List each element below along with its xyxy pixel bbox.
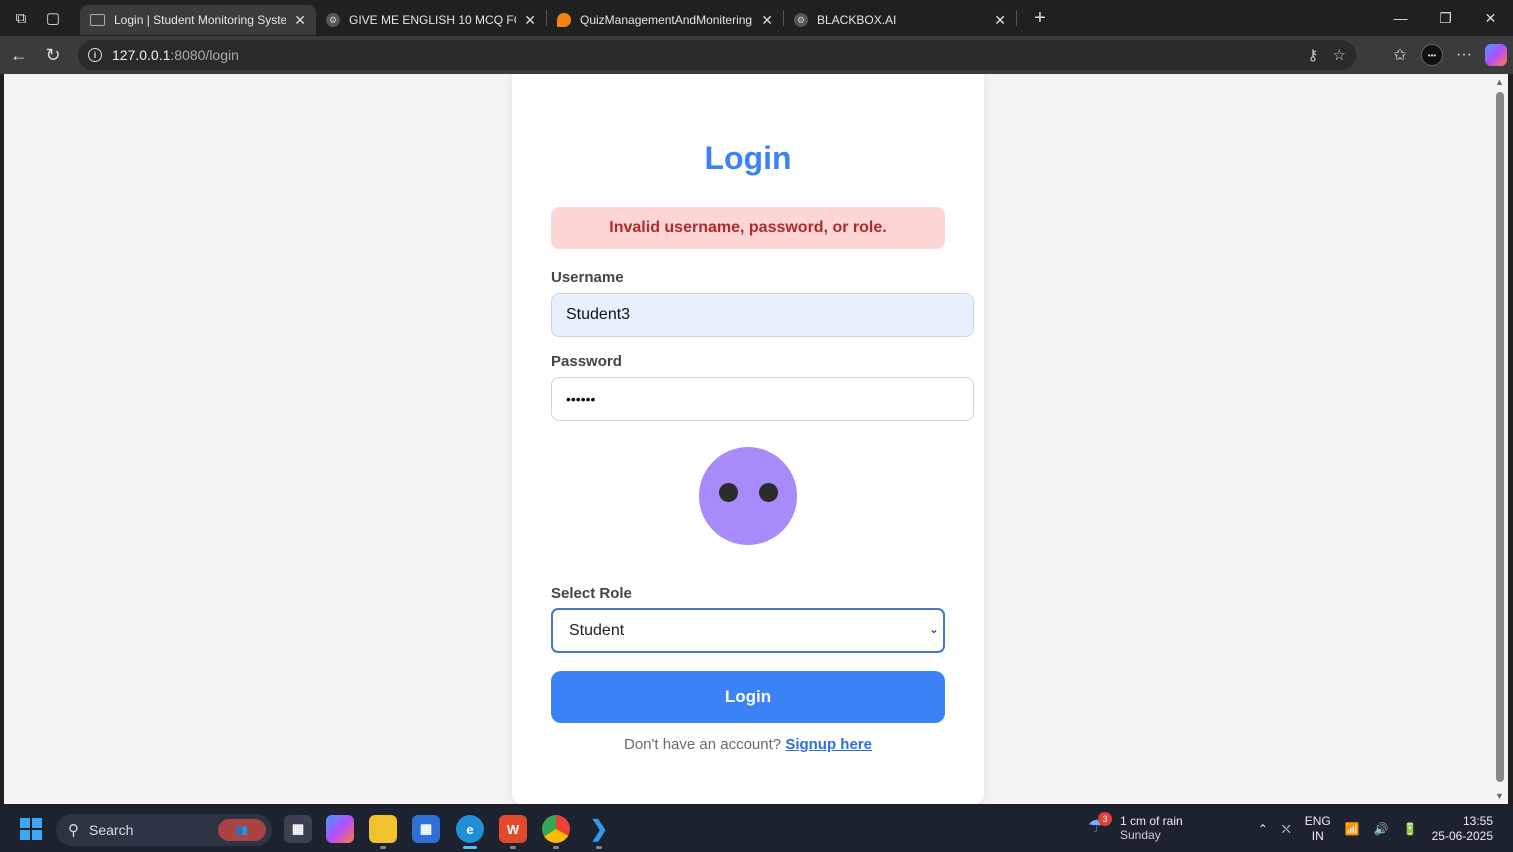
role-selected-value: Student: [569, 621, 625, 639]
profile-avatar[interactable]: •••: [1421, 44, 1443, 66]
favorites-icon[interactable]: ✩: [1385, 40, 1415, 70]
browser-tab-strip: ⧉ ▢ Login | Student Monitoring Syster ✕ …: [0, 0, 1513, 36]
tab-title: GIVE ME ENGLISH 10 MCQ FOR 8: [349, 13, 516, 27]
url-host: 127.0.0.1: [112, 47, 171, 63]
signup-prompt-text: Don't have an account?: [623, 736, 782, 753]
lang-bottom: IN: [1311, 829, 1324, 843]
signup-prompt: Don't have an account? Signup here: [512, 736, 984, 753]
lang-top: ENG: [1304, 814, 1331, 828]
role-select[interactable]: Student ⌄: [551, 608, 945, 653]
right-eye: [759, 483, 778, 502]
weather-main: 1 cm of rain: [1120, 814, 1183, 828]
back-button[interactable]: ←: [2, 40, 36, 70]
login-button[interactable]: Login: [551, 671, 945, 723]
more-menu-icon[interactable]: ···: [1449, 40, 1479, 70]
hidden-app-icon[interactable]: ⛌: [1282, 822, 1291, 837]
favorite-star-icon[interactable]: ☆: [1333, 46, 1346, 64]
blackbox-icon: ⚙: [794, 13, 808, 27]
task-view-icon[interactable]: ▦: [284, 815, 312, 843]
window-controls: — ❐ ✕: [1378, 0, 1513, 36]
password-label: Password: [551, 353, 622, 370]
login-card: Login Invalid username, password, or rol…: [512, 74, 984, 804]
umbrella-icon: ☂ 3: [1088, 812, 1112, 840]
workspaces-icon[interactable]: ⧉: [6, 3, 36, 33]
chevron-up-icon[interactable]: ⌃: [1258, 822, 1268, 836]
scroll-up-icon[interactable]: ▲: [1495, 77, 1504, 87]
close-icon[interactable]: ✕: [524, 12, 536, 29]
role-label: Select Role: [551, 585, 632, 602]
weather-widget[interactable]: ☂ 3 1 cm of rain Sunday: [1088, 812, 1183, 842]
battery-icon[interactable]: 🔋: [1403, 822, 1418, 836]
new-tab-button[interactable]: +: [1025, 7, 1055, 30]
clock[interactable]: 13:55 25-06-2025: [1432, 814, 1493, 844]
windows-taskbar: ⚲ Search 👥 ▦ ▦ e W ❯ ☂ 3 1 cm of rain Sun…: [0, 806, 1513, 852]
taskbar-search[interactable]: ⚲ Search 👥: [56, 814, 272, 846]
microsoft-store-icon[interactable]: ▦: [412, 815, 440, 843]
username-input[interactable]: Student3: [551, 293, 974, 337]
tab-login[interactable]: Login | Student Monitoring Syster ✕: [80, 5, 316, 35]
page-viewport: Login Invalid username, password, or rol…: [4, 74, 1492, 804]
page-title: Login: [704, 140, 792, 176]
vscode-icon[interactable]: ❯: [585, 815, 613, 849]
signup-link[interactable]: Signup here: [785, 736, 872, 753]
tab-blackbox[interactable]: ⚙ BLACKBOX.AI ✕: [784, 5, 1016, 35]
browser-toolbar: ← ↻ i 127.0.0.1:8080/login ⚷ ☆ ✩ ••• ···: [0, 36, 1513, 74]
chrome-icon[interactable]: [542, 815, 570, 849]
language-indicator[interactable]: ENG IN: [1305, 814, 1331, 844]
avatar-face: [699, 447, 797, 545]
tab-divider: [1016, 10, 1017, 26]
brave-icon[interactable]: W: [499, 815, 527, 849]
error-alert: Invalid username, password, or role.: [551, 207, 945, 249]
clock-date: 25-06-2025: [1431, 829, 1493, 843]
chevron-down-icon: ⌄: [928, 622, 939, 636]
username-label: Username: [551, 269, 624, 286]
password-input[interactable]: ••••••: [551, 377, 974, 421]
site-info-icon[interactable]: i: [88, 48, 102, 62]
tab-actions-icon[interactable]: ▢: [38, 3, 68, 33]
openai-icon: ⚙: [326, 13, 340, 27]
firebase-icon: [557, 13, 571, 27]
search-highlight-icon[interactable]: 👥: [218, 819, 266, 841]
scroll-thumb[interactable]: [1496, 92, 1504, 782]
tab-chat[interactable]: ⚙ GIVE ME ENGLISH 10 MCQ FOR 8 ✕: [316, 5, 546, 35]
page-icon: [90, 14, 105, 26]
clock-time: 13:55: [1462, 814, 1493, 828]
minimize-button[interactable]: —: [1378, 0, 1423, 36]
copilot-app-icon[interactable]: [326, 815, 354, 843]
tab-title: Login | Student Monitoring Syster: [114, 13, 287, 27]
system-tray: ⌃ ⛌ ENG IN 📶 🔊 🔋 13:55 25-06-2025: [1258, 812, 1493, 846]
password-key-icon[interactable]: ⚷: [1308, 46, 1319, 64]
start-button[interactable]: [20, 818, 42, 840]
restore-button[interactable]: ❐: [1423, 0, 1468, 36]
close-window-button[interactable]: ✕: [1468, 0, 1513, 36]
close-icon[interactable]: ✕: [994, 12, 1006, 29]
wifi-icon[interactable]: 📶: [1345, 822, 1360, 836]
volume-icon[interactable]: 🔊: [1374, 822, 1389, 836]
edge-icon[interactable]: e: [456, 815, 484, 849]
refresh-button[interactable]: ↻: [36, 40, 70, 70]
url-path: :8080/login: [170, 47, 239, 63]
tab-quiz[interactable]: QuizManagementAndMonitering ✕: [547, 5, 783, 35]
page-scrollbar[interactable]: ▲ ▼: [1492, 74, 1508, 804]
search-icon: ⚲: [68, 822, 79, 839]
tab-title: BLACKBOX.AI: [817, 13, 897, 27]
tab-title: QuizManagementAndMonitering: [580, 13, 753, 27]
weather-sub: Sunday: [1120, 828, 1161, 842]
scroll-down-icon[interactable]: ▼: [1495, 791, 1504, 801]
file-explorer-icon[interactable]: [369, 815, 397, 849]
weather-badge: 3: [1098, 812, 1112, 826]
close-icon[interactable]: ✕: [294, 12, 306, 29]
copilot-icon[interactable]: [1485, 44, 1507, 66]
left-eye: [719, 483, 738, 502]
search-label: Search: [89, 822, 134, 838]
address-bar[interactable]: i 127.0.0.1:8080/login ⚷ ☆: [78, 40, 1356, 70]
close-icon[interactable]: ✕: [761, 12, 773, 29]
